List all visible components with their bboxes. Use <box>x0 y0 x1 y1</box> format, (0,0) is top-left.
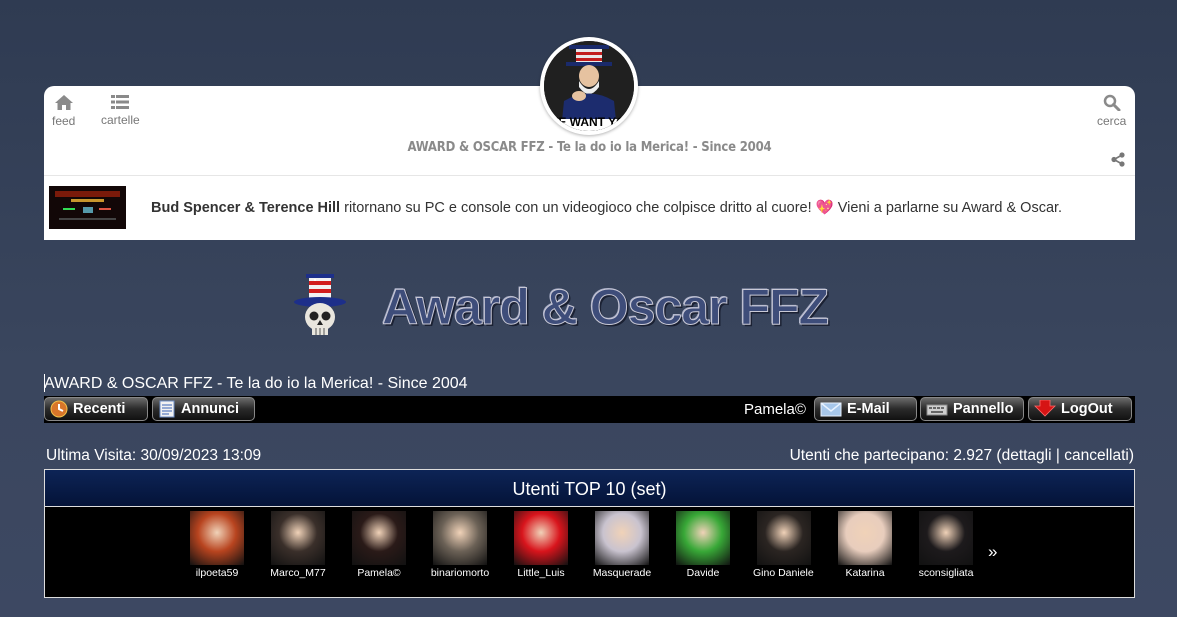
panel-button[interactable]: Pannello <box>920 397 1024 421</box>
site-avatar[interactable]: WE WANT YOU <box>540 37 638 135</box>
nav-cartelle[interactable]: cartelle <box>101 94 140 127</box>
top10-title[interactable]: Utenti TOP 10 (set) <box>45 470 1134 507</box>
current-user[interactable]: Pamela© <box>744 401 806 418</box>
uncle-sam-image: WE WANT YOU <box>544 41 634 131</box>
announcement-text: Bud Spencer & Terence Hill ritornano su … <box>151 199 1062 216</box>
participants-count: Utenti che partecipano: 2.927 ( <box>789 447 1002 464</box>
site-title: AWARD & OSCAR FFZ - Te la do io la Meric… <box>407 140 772 155</box>
user-avatar[interactable] <box>595 511 649 565</box>
nav-feed[interactable]: feed <box>52 94 75 128</box>
top-user[interactable]: ilpoeta59 <box>189 511 245 579</box>
user-avatar[interactable] <box>433 511 487 565</box>
announcement-body: ritornano su PC e console con un videogi… <box>340 200 1063 216</box>
recent-label: Recenti <box>73 401 126 417</box>
user-avatar[interactable] <box>514 511 568 565</box>
separator: | <box>1051 447 1065 464</box>
deleted-link[interactable]: cancellati <box>1064 447 1129 464</box>
mail-icon <box>820 402 842 417</box>
top-user[interactable]: Pamela© <box>351 511 407 579</box>
uncle-sam-skull-icon <box>294 274 346 335</box>
user-name[interactable]: Marco_M77 <box>267 567 329 579</box>
user-avatar[interactable] <box>676 511 730 565</box>
avatar-caption: WE WANT YOU <box>547 115 634 129</box>
logout-arrow-icon <box>1034 400 1056 417</box>
user-avatar[interactable] <box>190 511 244 565</box>
details-link[interactable]: dettagli <box>1002 447 1052 464</box>
top-user[interactable]: binariomorto <box>429 511 491 579</box>
top-user[interactable]: Masquerade <box>591 511 653 579</box>
user-name[interactable]: Pamela© <box>348 567 410 579</box>
top-user[interactable]: Davide <box>675 511 731 579</box>
announcements-button[interactable]: Annunci <box>152 397 255 421</box>
share-icon <box>1111 152 1125 167</box>
logout-label: LogOut <box>1061 401 1113 417</box>
user-name[interactable]: binariomorto <box>429 567 491 579</box>
user-avatar[interactable] <box>919 511 973 565</box>
user-name[interactable]: Davide <box>672 567 734 579</box>
share-button[interactable] <box>1111 152 1125 172</box>
user-name[interactable]: ilpoeta59 <box>186 567 248 579</box>
logout-button[interactable]: LogOut <box>1028 397 1132 421</box>
participants-info: Utenti che partecipano: 2.927 (dettagli … <box>790 447 1134 465</box>
forum-toolbar: Recenti Annunci Pamela© E-Mail Pannello … <box>44 396 1135 423</box>
home-icon <box>54 95 73 110</box>
banner-logo-text: Award & Oscar FFZ <box>381 279 829 336</box>
panel-label: Pannello <box>953 401 1014 417</box>
recent-button[interactable]: Recenti <box>44 397 148 421</box>
user-name[interactable]: Gino Daniele 3.0 <box>753 567 815 579</box>
search-label: cerca <box>1097 114 1127 128</box>
announcements-label: Annunci <box>181 401 239 417</box>
email-button[interactable]: E-Mail <box>814 397 917 421</box>
user-avatar[interactable] <box>352 511 406 565</box>
user-avatar[interactable] <box>271 511 325 565</box>
search-icon <box>1103 94 1121 111</box>
top-user[interactable]: Little_Luis <box>513 511 569 579</box>
participants-suffix: ) <box>1128 447 1134 464</box>
announcement-thumbnail[interactable] <box>49 186 126 229</box>
user-name[interactable]: Katarina <box>834 567 896 579</box>
list-icon <box>111 95 130 109</box>
top-user[interactable]: Gino Daniele 3.0 <box>753 511 815 579</box>
email-label: E-Mail <box>847 401 890 417</box>
user-name[interactable]: Little_Luis <box>510 567 572 579</box>
top-user[interactable]: Katarina <box>837 511 893 579</box>
announcement-bold: Bud Spencer & Terence Hill <box>151 200 341 216</box>
user-name[interactable]: Masquerade <box>591 567 653 579</box>
search-button[interactable]: cerca <box>1097 94 1126 128</box>
nav-feed-label: feed <box>52 114 76 128</box>
user-avatar[interactable] <box>838 511 892 565</box>
top-user[interactable]: Marco_M77 <box>270 511 326 579</box>
top10-box: Utenti TOP 10 (set) » ilpoeta59 Marco_M77… <box>44 469 1135 598</box>
forum-title: AWARD & OSCAR FFZ - Te la do io la Meric… <box>44 375 468 392</box>
document-icon <box>159 400 175 418</box>
forum-banner[interactable]: Award & Oscar FFZ <box>290 268 910 344</box>
last-visit: Ultima Visita: 30/09/2023 13:09 <box>46 447 262 464</box>
user-avatar[interactable] <box>757 511 811 565</box>
more-arrow[interactable]: » <box>988 542 997 562</box>
keyboard-icon <box>926 404 948 416</box>
announcement-bar[interactable]: Bud Spencer & Terence Hill ritornano su … <box>44 175 1135 240</box>
top-user[interactable]: sconsigliata <box>918 511 974 579</box>
user-name[interactable]: sconsigliata <box>915 567 977 579</box>
recent-icon <box>50 400 68 418</box>
nav-cartelle-label: cartelle <box>101 113 140 127</box>
top10-users: » ilpoeta59 Marco_M77 Pamela© binariomorto L… <box>45 508 1134 597</box>
